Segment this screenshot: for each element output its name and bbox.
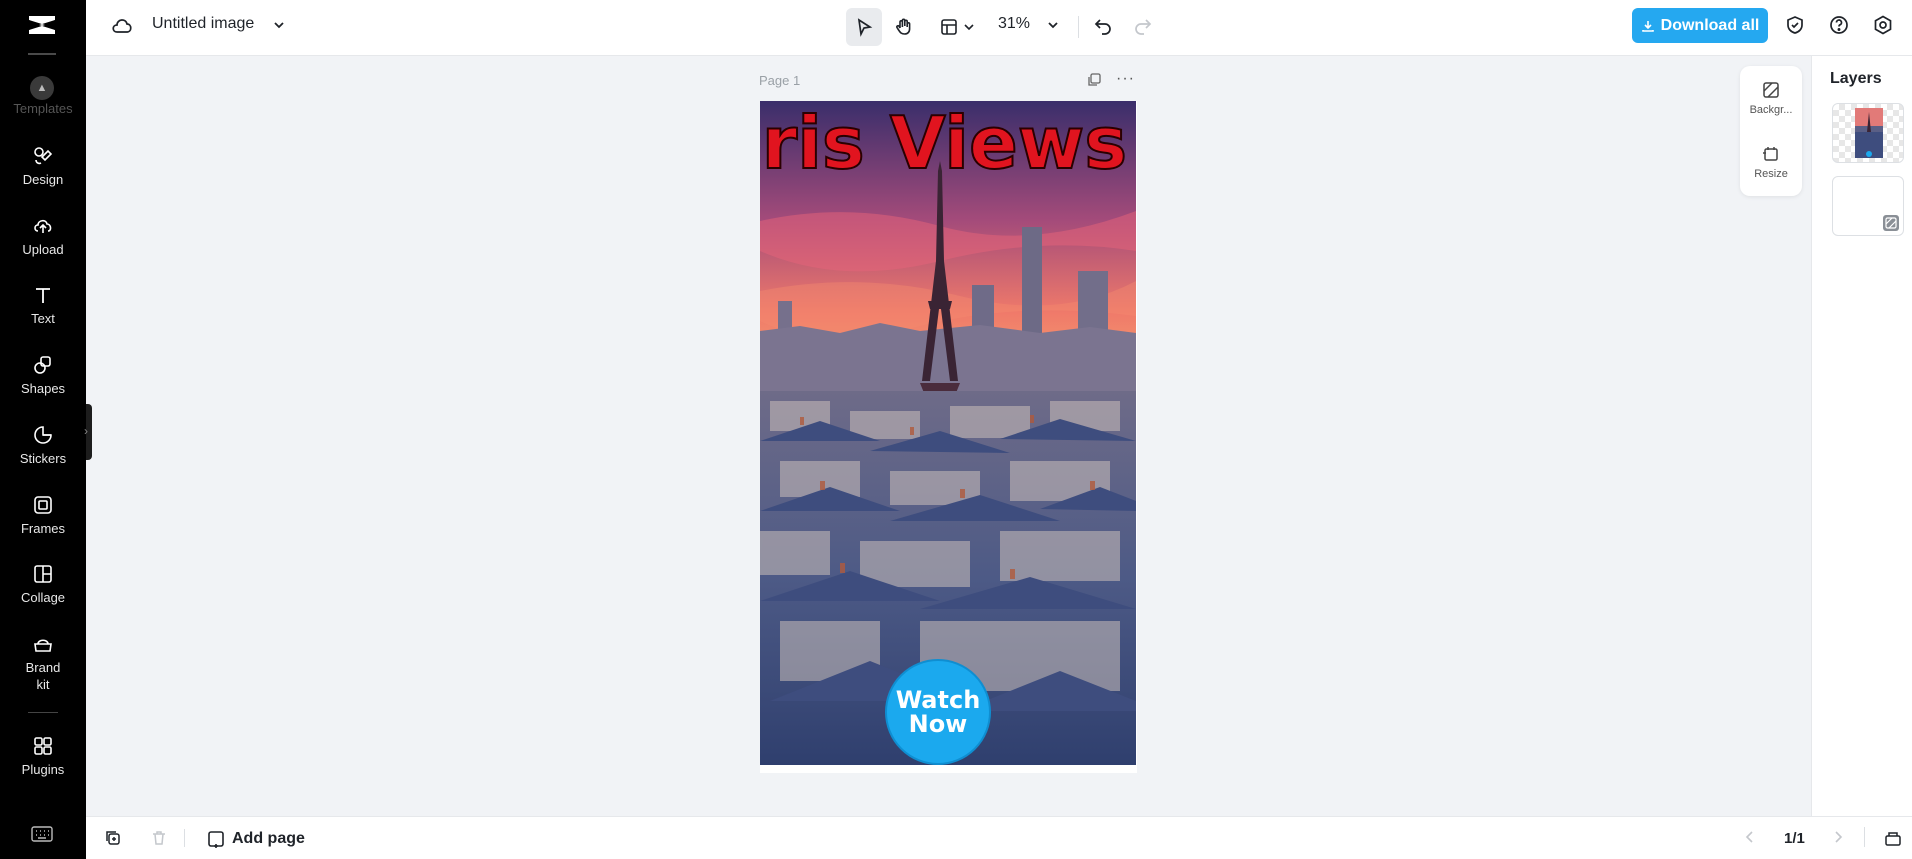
bottom-divider-right [1864, 827, 1865, 847]
hand-tool-button[interactable] [886, 8, 922, 46]
sidebar-item-label: Shapes [20, 381, 66, 396]
floating-tools-panel: Backgr... Resize [1740, 66, 1802, 196]
layer-item-background[interactable] [1832, 176, 1904, 236]
chevron-right-icon: › [84, 424, 88, 438]
sidebar-item-text[interactable]: Text [0, 284, 86, 327]
page-counter: 1/1 [1784, 830, 1805, 847]
artwork-headline[interactable]: aris Views! [760, 101, 1136, 186]
document-title[interactable]: Untitled image [152, 15, 254, 33]
duplicate-page-icon[interactable] [1086, 72, 1102, 88]
shield-check-icon[interactable] [1784, 14, 1806, 36]
text-icon [32, 284, 54, 306]
artboard-page-1[interactable]: aris Views! Watch Now [760, 101, 1137, 773]
page-manager-icon[interactable] [1884, 829, 1902, 847]
download-icon [1641, 20, 1654, 32]
sidebar-item-label: Text [31, 311, 55, 326]
hand-icon [896, 18, 911, 35]
chevron-down-icon [964, 24, 974, 31]
sidebar-item-label: Collage [20, 590, 66, 605]
layer-item-image[interactable] [1832, 103, 1904, 163]
logo-divider [28, 53, 56, 55]
resize-tool-button[interactable]: Resize [1740, 144, 1802, 180]
chevron-down-icon[interactable] [272, 18, 286, 32]
cloud-sync-icon[interactable] [110, 14, 134, 38]
page-more-options-icon[interactable]: ··· [1116, 70, 1135, 88]
layers-panel: Layers [1811, 56, 1912, 816]
bottom-toolbar: Add page 1/1 [86, 816, 1912, 859]
sidebar-item-plugins[interactable]: Plugins [0, 735, 86, 778]
layout-tool-button[interactable] [932, 8, 982, 46]
background-icon [1763, 82, 1779, 98]
sidebar-item-label: Upload [22, 242, 64, 257]
help-icon[interactable] [1828, 14, 1850, 36]
sidebar-collapse-handle[interactable]: › [84, 404, 92, 460]
sidebar-item-label: Brand kit [25, 660, 61, 692]
add-page-icon [208, 831, 224, 848]
undo-icon[interactable] [1092, 14, 1114, 36]
sidebar-item-collage[interactable]: Collage [0, 563, 86, 606]
background-tool-label: Backgr... [1749, 104, 1793, 116]
add-page-button[interactable]: Add page [206, 829, 305, 849]
paris-background-image[interactable]: aris Views! Watch Now [760, 101, 1136, 765]
resize-tool-label: Resize [1754, 168, 1788, 180]
sidebar-item-brand-kit[interactable]: Brand kit [0, 633, 86, 693]
delete-page-trash-icon[interactable] [150, 829, 168, 847]
toolbar-divider [1078, 16, 1079, 38]
upload-cloud-icon [32, 215, 54, 237]
duplicate-page-button-icon[interactable] [104, 829, 122, 847]
watch-now-badge[interactable]: Watch Now [885, 659, 991, 765]
sidebar-item-upload[interactable]: Upload [0, 215, 86, 258]
redo-icon[interactable] [1132, 14, 1154, 36]
sidebar-item-shapes[interactable]: Shapes [0, 354, 86, 397]
previous-page-chevron-icon[interactable] [1742, 829, 1758, 845]
left-sidebar: ▲ Templates Design Upload Text Shapes St… [0, 0, 86, 859]
watch-now-line-1: Watch [895, 686, 981, 714]
page-label: Page 1 [759, 73, 801, 88]
sidebar-item-templates[interactable]: Templates [0, 101, 86, 116]
download-all-button[interactable]: Download all [1632, 8, 1768, 43]
background-layer-icon [1883, 215, 1899, 231]
design-icon [32, 145, 54, 167]
keyboard-shortcuts-icon[interactable] [30, 825, 54, 843]
shapes-icon [32, 354, 54, 376]
bottom-divider [184, 829, 185, 847]
sidebar-item-label: Stickers [19, 451, 67, 466]
sidebar-item-stickers[interactable]: Stickers [0, 424, 86, 467]
sidebar-item-label: Plugins [21, 762, 65, 777]
resize-icon [1763, 147, 1778, 161]
settings-gear-icon[interactable] [1872, 14, 1894, 36]
capcut-logo-icon[interactable] [25, 10, 59, 40]
sidebar-item-label: Design [22, 172, 64, 187]
sidebar-item-design[interactable]: Design [0, 145, 86, 188]
watch-now-line-2: Now [908, 710, 968, 738]
select-tool-button[interactable] [846, 8, 882, 46]
next-page-chevron-icon[interactable] [1830, 829, 1846, 845]
layers-title: Layers [1830, 70, 1882, 87]
plugins-icon [32, 735, 54, 757]
zoom-level[interactable]: 31% [998, 15, 1030, 33]
cursor-arrow-icon [857, 18, 873, 37]
background-tool-button[interactable]: Backgr... [1740, 80, 1802, 116]
add-page-label: Add page [232, 830, 305, 847]
scroll-up-icon[interactable]: ▲ [30, 76, 54, 100]
sticker-icon [32, 424, 54, 446]
download-all-label: Download all [1660, 16, 1760, 34]
sidebar-item-label: Frames [20, 521, 66, 536]
sidebar-divider [28, 712, 58, 713]
sidebar-item-frames[interactable]: Frames [0, 494, 86, 537]
top-toolbar: Untitled image 31% Download all [86, 0, 1912, 56]
layout-icon [941, 19, 957, 35]
frame-icon [32, 494, 54, 516]
collage-icon [32, 563, 54, 585]
brand-kit-icon [32, 633, 54, 655]
zoom-chevron-down-icon[interactable] [1046, 18, 1060, 32]
